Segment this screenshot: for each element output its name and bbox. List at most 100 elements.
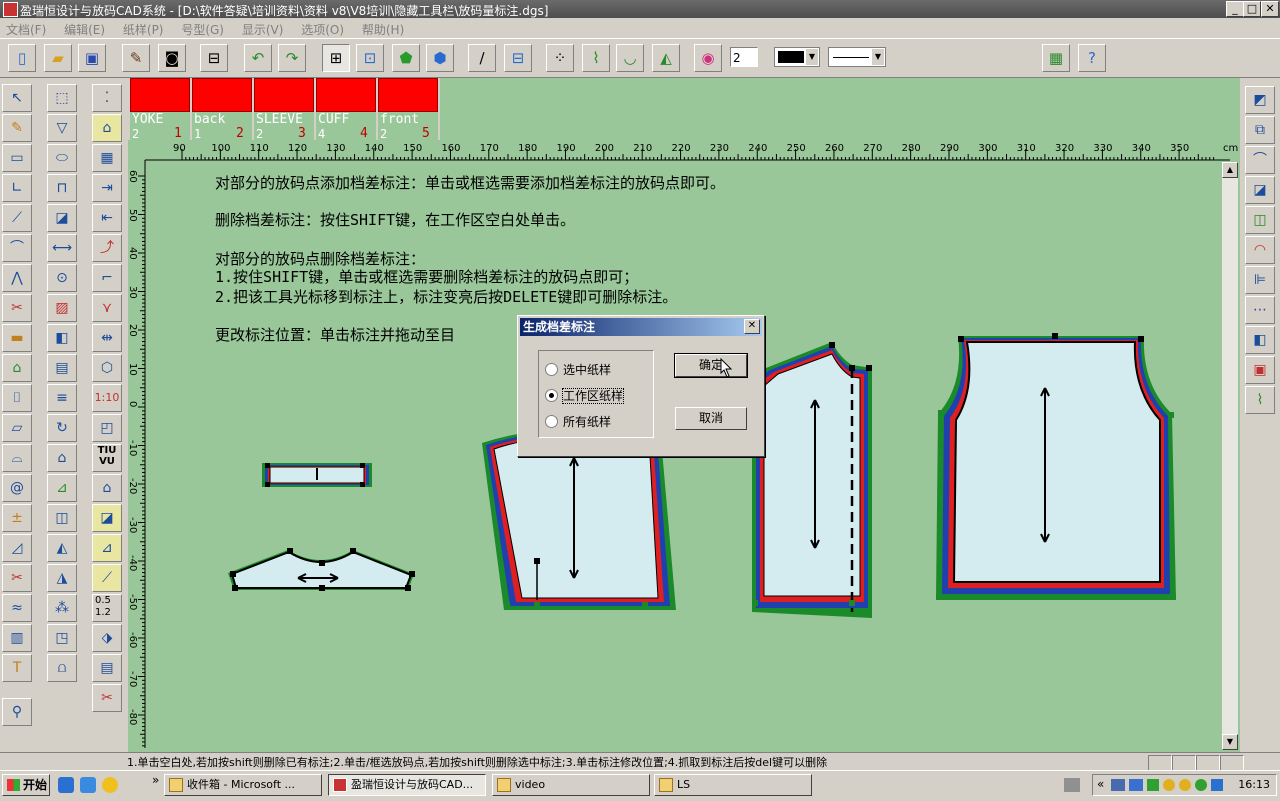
cut-icon[interactable]: ✂ [2,564,32,592]
measure-rule-icon[interactable]: ⊫ [1245,266,1275,294]
grade-x-icon[interactable]: ⇥ [92,174,122,202]
curve-tool-icon[interactable]: ⌒ [1245,146,1275,174]
piece-flip-icon[interactable]: ◫ [1245,206,1275,234]
points-chart-icon[interactable]: ⁘ [546,44,574,72]
scroll-down-icon[interactable]: ▼ [1222,734,1238,750]
piece-edit-icon[interactable]: ◪ [47,204,77,232]
dashed-shape-icon[interactable]: ⬭ [47,144,77,172]
mirror-icon[interactable]: ◧ [47,324,77,352]
wave-chart-icon[interactable]: ⌇ [1245,386,1275,414]
ruler-icon[interactable]: ▬ [2,324,32,352]
brush-icon[interactable]: ∕ [468,44,496,72]
undo-icon[interactable]: ↶ [244,44,272,72]
color-select[interactable]: ▼ [774,47,820,67]
fold-icon[interactable]: ⌷ [2,384,32,412]
pen-icon[interactable]: ✎ [122,44,150,72]
grade-table-icon[interactable]: ▦ [92,144,122,172]
grade-y-icon[interactable]: ⇤ [92,204,122,232]
waist-icon[interactable]: ⩍ [47,654,77,682]
color-wheel-icon[interactable]: ◉ [694,44,722,72]
grade-mark-icon[interactable]: ⊿ [92,534,122,562]
grade-house-icon[interactable]: ⌂ [92,474,122,502]
id-card-icon[interactable]: ▣ [1245,356,1275,384]
task-ls-folder[interactable]: LS [654,774,812,796]
task-cad[interactable]: 盈瑞恒设计与放码CAD... [328,774,486,796]
status-grid-icon[interactable] [1148,755,1172,771]
grade-cut-icon[interactable]: ✂ [92,684,122,712]
qq-icon-2[interactable] [1179,779,1191,791]
pocket-icon[interactable]: ▽ [47,114,77,142]
quicklaunch-chevron-icon[interactable]: » [152,773,159,787]
compass-icon[interactable]: ⋀ [2,264,32,292]
collar-icon[interactable]: ⌓ [2,444,32,472]
piece-thumb-cuff[interactable]: CUFF 4 4 [316,78,376,141]
garment-icon[interactable]: ⊡ [356,44,384,72]
menu-file[interactable]: 文档(F) [6,21,46,38]
flat-piece-icon[interactable]: ▱ [2,414,32,442]
menu-help[interactable]: 帮助(H) [362,21,404,38]
stitch-icon[interactable]: ≡ [47,384,77,412]
arrange-icon[interactable]: ◩ [1245,86,1275,114]
keyboard-icon[interactable] [1064,778,1080,792]
bookmark-icon[interactable]: ◧ [1245,326,1275,354]
radio-selected-pieces[interactable]: 选中纸样 [545,361,611,378]
grade-corner-icon[interactable]: ⌐ [92,264,122,292]
wave-line-icon[interactable]: ≈ [2,594,32,622]
fill-icon[interactable]: ◮ [47,564,77,592]
plotter-icon[interactable]: ⊟ [200,44,228,72]
messenger-icon[interactable] [102,777,118,793]
grade-points-icon[interactable]: ⁚ [92,84,122,112]
dotted-line-icon[interactable]: ⋯ [1245,296,1275,324]
scale-button[interactable]: 0.5 1.2 [92,594,122,622]
piece-icon[interactable]: ⌂ [2,354,32,382]
seam-icon[interactable]: ⌒ [2,234,32,262]
grid-icon[interactable]: ▥ [2,624,32,652]
point-line-icon[interactable]: ⟋ [2,204,32,232]
frame-icon[interactable]: ◫ [47,504,77,532]
spiral-icon[interactable]: @ [2,474,32,502]
network-icon[interactable] [1111,779,1125,791]
back-piece[interactable] [752,342,872,618]
label-icon[interactable]: ◳ [47,624,77,652]
grade-piece-icon[interactable]: ⌂ [92,114,122,142]
pants-icon[interactable]: ⊓ [47,174,77,202]
menu-options[interactable]: 选项(O) [301,21,344,38]
shape-icon[interactable]: ⬟ [392,44,420,72]
scissors-icon[interactable]: ✂ [2,294,32,322]
mesh-icon[interactable]: ▨ [47,294,77,322]
piece-thumb-back[interactable]: back 1 2 [192,78,252,141]
piece-move-icon[interactable]: ◪ [1245,176,1275,204]
select-box-icon[interactable]: ⬚ [47,84,77,112]
piece-thumb-front[interactable]: front 2 5 [378,78,438,141]
grade-shape-icon[interactable]: ⬡ [92,354,122,382]
maximize-button[interactable]: □ [1243,1,1261,17]
dart-icon[interactable]: ◿ [2,534,32,562]
ratio-button[interactable]: 1:10 [92,384,122,412]
grade-stretch-icon[interactable]: ⟋ [92,564,122,592]
start-button[interactable]: 开始 [2,774,50,796]
task-outlook[interactable]: 收件箱 - Microsoft ... [164,774,322,796]
grade-layers-icon[interactable]: ▤ [92,654,122,682]
sew-icon[interactable]: ▤ [47,354,77,382]
piece-thumb-sleeve[interactable]: SLEEVE 2 3 [254,78,314,141]
yoke-piece[interactable] [228,548,415,591]
security-icon[interactable] [1211,779,1223,791]
minimize-button[interactable]: _ [1226,1,1244,17]
tape-icon[interactable]: ± [2,504,32,532]
redo-icon[interactable]: ↷ [278,44,306,72]
line-width-input[interactable]: 2 [730,47,758,67]
outlook-icon[interactable] [80,777,96,793]
dimension-icon[interactable]: ◰ [92,414,122,442]
new-file-icon[interactable]: ▯ [8,44,36,72]
radio-all-pieces[interactable]: 所有纸样 [545,413,611,430]
menu-size[interactable]: 号型(G) [181,21,224,38]
cuff-piece[interactable] [262,463,372,487]
vertical-scrollbar[interactable]: ▲ ▼ [1222,162,1238,750]
shirt-icon[interactable]: ⌂ [47,444,77,472]
rainbow-icon[interactable]: ◠ [1245,236,1275,264]
task-video-folder[interactable]: video [492,774,650,796]
shield-icon[interactable] [1147,779,1159,791]
close-button[interactable]: ✕ [1261,1,1279,17]
grade-spread-icon[interactable]: ⋎ [92,294,122,322]
line-style-select[interactable]: ▼ [828,47,886,67]
